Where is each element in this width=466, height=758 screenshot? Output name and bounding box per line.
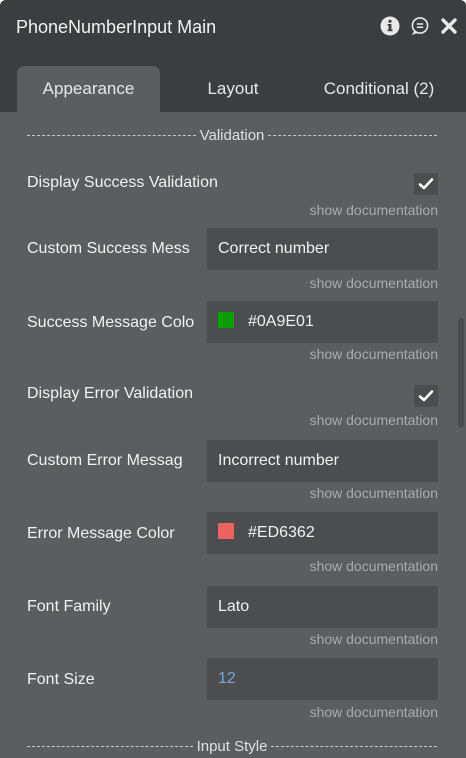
- custom-success-message-input[interactable]: Correct number: [207, 228, 438, 270]
- panel-title: PhoneNumberInput Main: [16, 17, 217, 37]
- success-message-color-picker[interactable]: #0A9E01: [207, 301, 438, 343]
- show-documentation-link[interactable]: show documentation: [310, 704, 438, 720]
- property-editor-panel: PhoneNumberInput Main Appearance Layout …: [0, 0, 466, 758]
- color-swatch: [218, 523, 234, 540]
- section-header-input-style: Input Style: [27, 736, 438, 756]
- show-documentation-link[interactable]: show documentation: [310, 412, 438, 428]
- display-error-validation-label: Display Error Validation: [27, 385, 193, 402]
- tab-conditional[interactable]: Conditional (2): [310, 66, 448, 112]
- title-actions: [370, 16, 458, 36]
- font-family-dropdown[interactable]: Lato: [207, 586, 438, 628]
- color-hex-value: #0A9E01: [248, 313, 314, 330]
- tab-appearance[interactable]: Appearance: [17, 66, 160, 112]
- divider: [268, 134, 437, 136]
- tab-layout[interactable]: Layout: [190, 66, 276, 112]
- show-documentation-link[interactable]: show documentation: [310, 558, 438, 574]
- custom-success-message-label: Custom Success Mess: [27, 240, 190, 257]
- comment-icon[interactable]: [410, 16, 430, 36]
- display-error-validation-checkbox[interactable]: [414, 385, 438, 407]
- divider: [27, 134, 196, 136]
- font-size-input[interactable]: 12: [207, 658, 438, 700]
- font-family-label: Font Family: [27, 598, 111, 615]
- show-documentation-link[interactable]: show documentation: [310, 485, 438, 501]
- title-bar[interactable]: PhoneNumberInput Main: [0, 0, 466, 57]
- tab-bar: Appearance Layout Conditional (2): [0, 57, 466, 112]
- error-message-color-label: Error Message Color: [27, 525, 175, 542]
- show-documentation-link[interactable]: show documentation: [310, 346, 438, 362]
- font-size-label: Font Size: [27, 671, 95, 688]
- custom-error-message-input[interactable]: Incorrect number: [207, 440, 438, 482]
- display-success-validation-checkbox[interactable]: [414, 173, 438, 195]
- error-message-color-picker[interactable]: #ED6362: [207, 512, 438, 554]
- show-documentation-link[interactable]: show documentation: [310, 631, 438, 647]
- section-title: Input Style: [196, 737, 268, 755]
- show-documentation-link[interactable]: show documentation: [310, 275, 438, 291]
- divider: [271, 745, 438, 747]
- success-message-color-label: Success Message Colo: [27, 314, 195, 331]
- close-icon[interactable]: [440, 17, 458, 35]
- show-documentation-link[interactable]: show documentation: [310, 202, 438, 218]
- info-icon[interactable]: [380, 16, 400, 36]
- checkmark-icon: [418, 390, 434, 402]
- checkmark-icon: [418, 178, 434, 190]
- section-header-validation: Validation: [27, 125, 437, 145]
- color-swatch: [218, 312, 234, 329]
- color-hex-value: #ED6362: [248, 524, 315, 541]
- display-success-validation-label: Display Success Validation: [27, 174, 218, 191]
- divider: [27, 745, 193, 747]
- custom-error-message-label: Custom Error Messag: [27, 452, 183, 469]
- scrollbar-thumb[interactable]: [458, 318, 464, 428]
- appearance-properties: Validation Display Success Validation sh…: [0, 112, 466, 758]
- section-title: Validation: [199, 126, 265, 144]
